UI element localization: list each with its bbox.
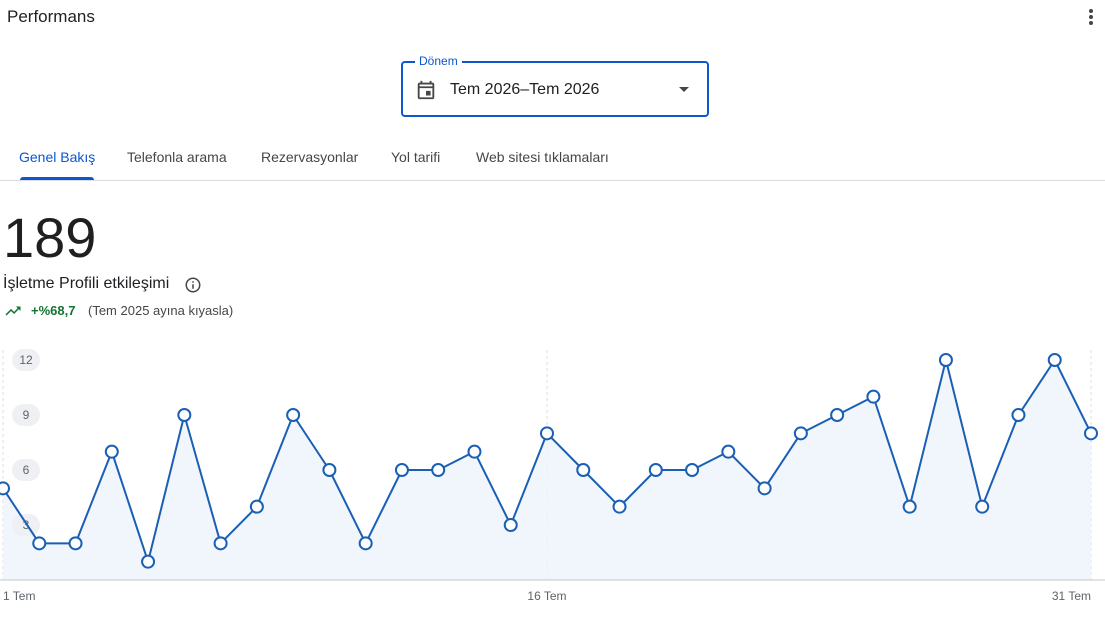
change-percent: +%68,7 [31, 303, 76, 318]
data-point [213, 536, 228, 551]
y-tick-label: 6 [23, 463, 30, 477]
y-tick-label: 12 [19, 353, 33, 367]
info-icon[interactable] [184, 276, 202, 294]
more-vert-icon[interactable] [1082, 6, 1100, 28]
data-point [358, 536, 373, 551]
data-point [394, 463, 409, 477]
data-point [322, 463, 337, 477]
calendar-icon [417, 80, 435, 100]
metric-label: İşletme Profili etkileşimi [3, 275, 170, 292]
data-point [467, 444, 482, 459]
data-point [576, 463, 591, 477]
data-point [431, 463, 446, 477]
period-label: Dönem [415, 54, 462, 68]
tab-website-clicks[interactable]: Web sitesi tıklamaları [476, 149, 609, 165]
data-point [141, 554, 156, 569]
comparison-note: (Tem 2025 ayına kıyasla) [88, 303, 234, 318]
interaction-total: 189 [3, 206, 97, 269]
data-point [540, 426, 554, 441]
caret-down-icon [679, 87, 689, 92]
data-point [612, 499, 627, 514]
page-title: Performans [7, 7, 95, 26]
data-point [721, 444, 736, 459]
tab-overview[interactable]: Genel Bakış [19, 149, 95, 165]
tab-directions[interactable]: Yol tarifi [391, 149, 440, 165]
data-point [249, 499, 264, 514]
data-point [503, 518, 518, 532]
data-point [648, 463, 663, 477]
data-point [177, 408, 192, 422]
data-point [902, 499, 917, 514]
y-tick-label: 9 [23, 408, 30, 422]
x-tick-label: 16 Tem [527, 589, 566, 603]
x-tick-label: 31 Tem [1052, 589, 1091, 603]
active-tab-indicator [20, 177, 94, 180]
data-point [1084, 426, 1098, 441]
data-point [0, 481, 10, 496]
data-point [866, 389, 881, 404]
data-point [1011, 408, 1026, 422]
tab-bar: Genel Bakış Telefonla arama Rezervasyonl… [0, 136, 1105, 181]
data-point [286, 408, 301, 422]
data-point [793, 426, 808, 441]
x-tick-label: 1 Tem [3, 589, 35, 603]
data-point [757, 481, 772, 496]
data-point [685, 463, 700, 477]
data-point [938, 353, 953, 367]
interactions-line-chart: 369121 Tem 16 Tem 31 Tem [0, 349, 1105, 603]
tab-phone-calls[interactable]: Telefonla arama [127, 149, 227, 165]
data-point [975, 499, 990, 514]
data-point [830, 408, 845, 422]
tab-bookings[interactable]: Rezervasyonlar [261, 149, 358, 165]
period-select[interactable]: Dönem Tem 2026–Tem 2026 [401, 54, 709, 117]
data-point [32, 536, 47, 551]
trending-up-icon [5, 306, 21, 316]
data-point [104, 444, 119, 459]
data-point [68, 536, 83, 551]
data-point [1047, 353, 1062, 367]
period-value: Tem 2026–Tem 2026 [450, 81, 600, 98]
